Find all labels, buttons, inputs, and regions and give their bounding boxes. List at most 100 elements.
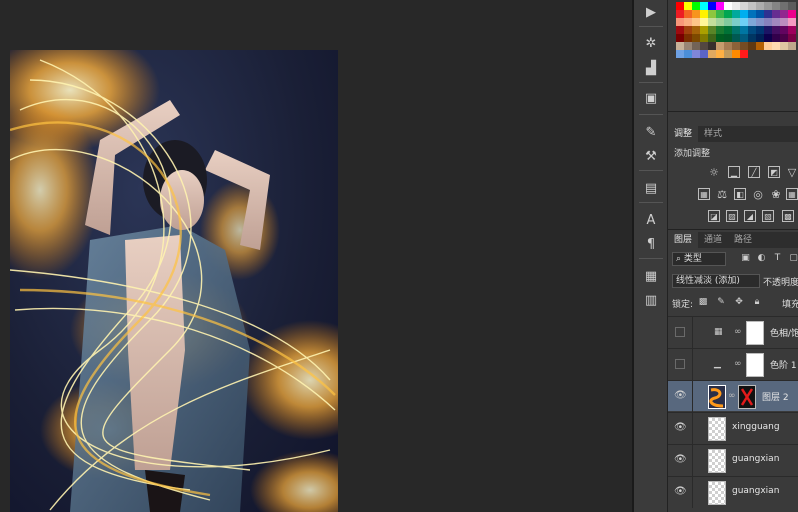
tab-adjustments[interactable]: 调整 [668,126,699,142]
text-filter-icon[interactable]: T [772,253,783,264]
color-swatch[interactable] [740,10,748,18]
layer-mask-thumbnail[interactable] [738,385,756,409]
color-swatch[interactable] [684,2,692,10]
color-swatch[interactable] [692,50,700,58]
color-swatch[interactable] [756,26,764,34]
layer-mask-thumbnail[interactable] [746,321,764,345]
layer-name[interactable]: 色阶 1 [770,358,797,371]
color-swatch[interactable] [780,18,788,26]
paragraph-icon[interactable]: ¶ [641,234,661,254]
color-swatch[interactable] [732,2,740,10]
layer-filter-select[interactable]: ⌕ 类型 [672,252,726,266]
color-swatch[interactable] [764,10,772,18]
layer-mask-thumbnail[interactable] [746,353,764,377]
layer-name[interactable]: 色相/饱 [770,326,798,339]
color-swatch[interactable] [716,26,724,34]
color-swatch[interactable] [740,34,748,42]
color-swatch[interactable] [684,42,692,50]
color-swatch[interactable] [748,34,756,42]
color-swatch[interactable] [700,42,708,50]
histogram-icon[interactable]: ▟ [641,58,661,78]
color-swatch[interactable] [772,26,780,34]
color-swatch[interactable] [732,26,740,34]
layer-thumbnail[interactable] [708,417,726,441]
layer-row-layer-2[interactable]: 👁︎ ∞ 图层 2 [668,380,798,412]
posterize-icon[interactable]: ▨ [726,210,738,222]
color-swatch[interactable] [732,10,740,18]
color-swatch[interactable] [772,42,780,50]
blend-mode-select[interactable]: 线性减淡 (添加) [672,274,760,288]
color-swatch[interactable] [756,42,764,50]
lock-position-icon[interactable]: ✥ [734,297,744,307]
color-swatch[interactable] [676,26,684,34]
color-swatch[interactable] [676,2,684,10]
eye-icon[interactable]: 👁︎ [674,422,687,434]
layer-row-guangxian[interactable]: 👁︎ guangxian [668,444,798,476]
layer-thumbnail[interactable] [708,385,726,409]
color-swatch[interactable] [716,2,724,10]
color-swatch[interactable] [772,34,780,42]
tab-channels[interactable]: 通道 [698,232,728,248]
color-swatch[interactable] [716,10,724,18]
color-swatch[interactable] [724,2,732,10]
color-swatch[interactable] [764,34,772,42]
levels-icon[interactable]: ▁ [728,166,740,178]
color-swatch[interactable] [748,2,756,10]
color-swatch[interactable] [708,18,716,26]
color-swatch[interactable] [692,26,700,34]
color-swatch[interactable] [708,2,716,10]
black-white-icon[interactable]: ◧ [734,188,746,200]
color-lookup-icon[interactable]: ▦ [786,188,798,200]
color-swatch[interactable] [756,2,764,10]
color-balance-icon[interactable]: ⚖ [716,188,728,201]
tool-presets-icon[interactable]: ⚒ [641,146,661,166]
color-swatch[interactable] [748,18,756,26]
channel-mixer-icon[interactable]: ❀ [770,188,782,201]
color-swatch[interactable] [748,10,756,18]
color-swatch[interactable] [676,10,684,18]
color-swatch[interactable] [724,10,732,18]
info-icon[interactable]: ▣ [641,88,661,108]
color-swatch[interactable] [700,18,708,26]
eye-icon[interactable]: 👁︎ [674,486,687,498]
invert-icon[interactable]: ◪ [708,210,720,222]
color-swatch[interactable] [780,42,788,50]
color-swatch[interactable] [676,34,684,42]
shape-filter-icon[interactable]: ▢ [788,253,798,264]
visibility-toggle[interactable] [675,327,685,337]
eye-icon[interactable]: 👁︎ [674,454,687,466]
color-swatch[interactable] [684,10,692,18]
brush-icon[interactable]: ✎ [641,122,661,142]
brightness-contrast-icon[interactable]: ☼ [708,166,720,179]
color-swatch[interactable] [732,42,740,50]
color-swatch[interactable] [692,18,700,26]
threshold-icon[interactable]: ◢ [744,210,756,222]
layer-name[interactable]: xingguang [732,422,780,432]
color-swatch[interactable] [676,50,684,58]
color-swatch[interactable] [740,50,748,58]
vibrance-icon[interactable]: ▽ [786,166,798,179]
layer-row-guangxian[interactable]: 👁︎ guangxian [668,476,798,508]
layer-thumbnail[interactable] [708,481,726,505]
color-swatch[interactable] [780,34,788,42]
properties-icon[interactable]: ▥ [641,290,661,310]
play-icon[interactable]: ▶ [641,2,661,22]
photo-filter-icon[interactable]: ◎ [752,188,764,201]
color-swatch[interactable] [708,34,716,42]
color-swatch[interactable] [732,50,740,58]
color-swatch[interactable] [780,26,788,34]
color-swatch[interactable] [676,42,684,50]
layer-row-hue-saturation[interactable]: ▦ ∞ 色相/饱 [668,316,798,348]
color-swatch[interactable] [772,18,780,26]
color-swatch[interactable] [740,2,748,10]
eye-icon[interactable]: 👁︎ [674,390,687,402]
color-swatch[interactable] [684,18,692,26]
color-swatch[interactable] [724,42,732,50]
lock-transparent-icon[interactable]: ▩ [698,297,708,307]
color-swatch[interactable] [764,2,772,10]
color-swatch[interactable] [772,2,780,10]
color-swatch[interactable] [788,2,796,10]
color-swatch[interactable] [780,2,788,10]
color-swatch[interactable] [684,50,692,58]
color-swatch[interactable] [724,50,732,58]
